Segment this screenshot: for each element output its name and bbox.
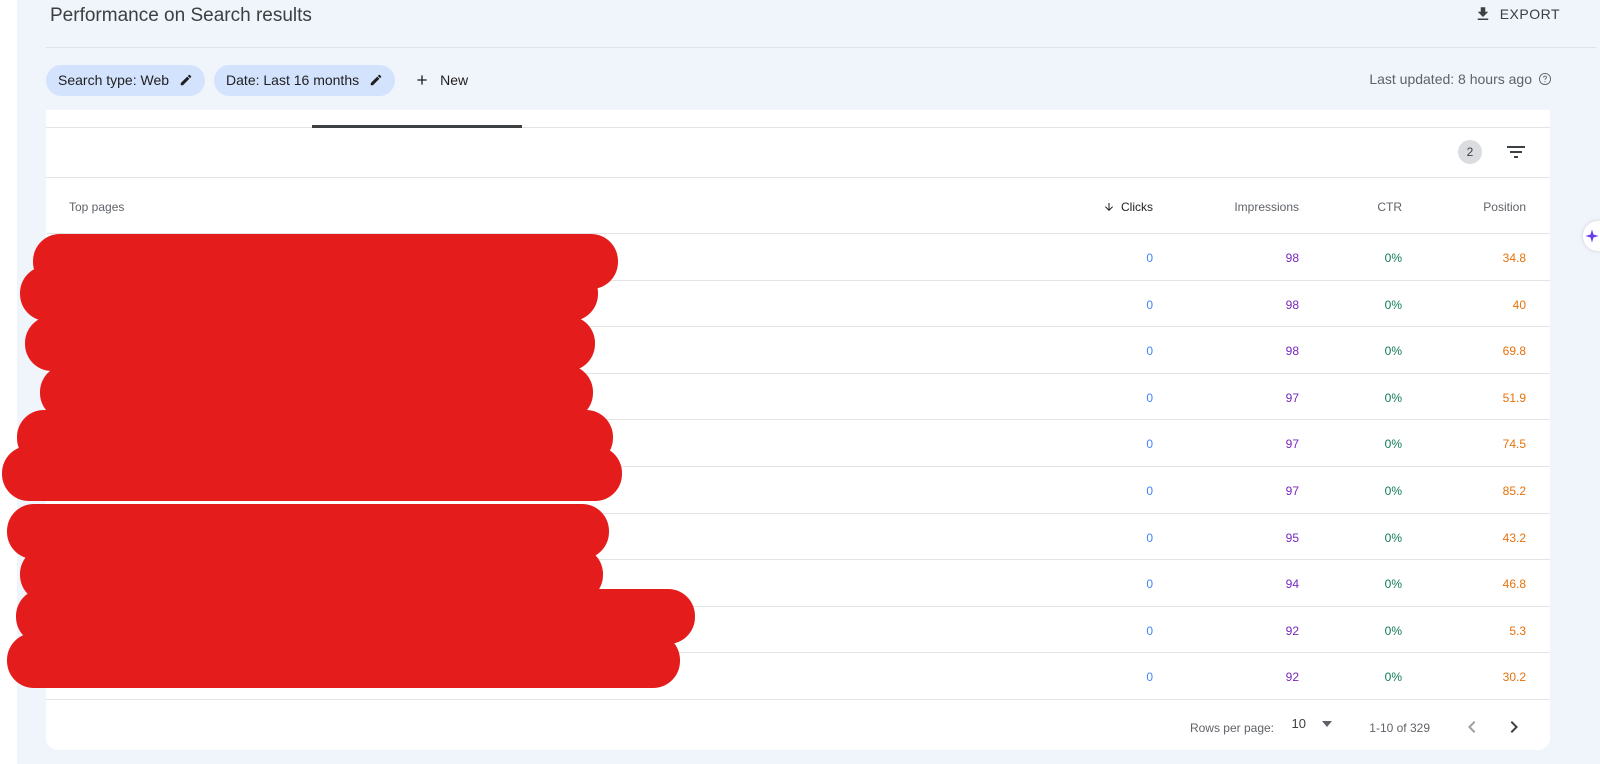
cell-impressions: 97 (1285, 390, 1299, 405)
download-icon (1477, 7, 1488, 20)
cell-ctr: 0% (1384, 670, 1402, 685)
cell-ctr: 0% (1384, 623, 1402, 638)
filter-count-badge: 2 (1458, 140, 1482, 164)
table-row[interactable]: 0 98 0% 40 (46, 281, 1550, 328)
dropdown-arrow-icon (1322, 720, 1332, 727)
cell-clicks: 0 (1146, 483, 1153, 498)
cell-impressions: 98 (1285, 297, 1299, 312)
export-button[interactable]: EXPORT (1474, 5, 1560, 23)
cell-ctr: 0% (1384, 577, 1402, 592)
table-body: 0 98 0% 34.8 0 98 0% 40 0 98 0% 69.8 0 9… (46, 234, 1550, 700)
chip-date[interactable]: Date: Last 16 months (214, 64, 396, 96)
help-icon[interactable] (1538, 72, 1552, 86)
cell-clicks: 0 (1146, 344, 1153, 359)
cell-impressions: 97 (1285, 437, 1299, 452)
left-rail (0, 0, 17, 764)
new-filter-label: New (440, 72, 469, 88)
page-title: Performance on Search results (50, 5, 312, 26)
chip-label: Date: Last 16 months (226, 72, 360, 88)
cell-position: 51.9 (1502, 390, 1526, 405)
table-row[interactable]: 0 92 0% 30.2 (46, 653, 1550, 700)
pagination: Rows per page: 10 1-10 of 329 (46, 702, 1550, 750)
cell-position: 69.8 (1502, 344, 1526, 359)
pagination-range: 1-10 of 329 (1369, 721, 1430, 735)
arrow-down-icon (1105, 203, 1113, 211)
cell-ctr: 0% (1384, 530, 1402, 545)
last-updated: Last updated: 8 hours ago (1369, 71, 1552, 87)
sparkle-icon (1585, 229, 1599, 243)
chevron-right-icon[interactable] (1502, 715, 1526, 739)
table-row[interactable]: 0 94 0% 46.8 (46, 560, 1550, 607)
cell-clicks: 0 (1146, 623, 1153, 638)
cell-ctr: 0% (1384, 437, 1402, 452)
cell-position: 43.2 (1502, 530, 1526, 545)
table-row[interactable]: 0 92 0% 5.3 (46, 607, 1550, 654)
new-filter-button[interactable]: New (404, 72, 478, 88)
column-header-ctr[interactable]: CTR (1377, 200, 1402, 214)
cell-impressions: 92 (1285, 670, 1299, 685)
cell-position: 40 (1512, 297, 1526, 312)
cell-position: 34.8 (1502, 251, 1526, 265)
column-header-position[interactable]: Position (1483, 200, 1526, 214)
cell-ctr: 0% (1384, 483, 1402, 498)
table-row[interactable]: 0 95 0% 43.2 (46, 514, 1550, 561)
cell-clicks: 0 (1146, 530, 1153, 545)
column-header-impressions[interactable]: Impressions (1234, 200, 1299, 214)
cell-position: 85.2 (1502, 483, 1526, 498)
cell-impressions: 98 (1285, 251, 1299, 265)
plus-icon (417, 75, 427, 85)
cell-clicks: 0 (1146, 390, 1153, 405)
results-card: 2 Top pages Clicks Impressions CTR Posit… (46, 110, 1550, 750)
edit-icon (180, 74, 192, 86)
cell-clicks: 0 (1146, 297, 1153, 312)
cell-clicks: 0 (1146, 251, 1153, 265)
cell-position: 30.2 (1502, 670, 1526, 685)
cell-ctr: 0% (1384, 390, 1402, 405)
cell-impressions: 92 (1285, 623, 1299, 638)
cell-clicks: 0 (1146, 577, 1153, 592)
edit-icon (370, 74, 382, 86)
tabs-strip (46, 110, 1550, 128)
export-label: EXPORT (1499, 6, 1560, 22)
cell-clicks: 0 (1146, 670, 1153, 685)
chip-label: Search type: Web (58, 72, 170, 88)
rows-per-page-select[interactable]: 10 (1292, 716, 1332, 731)
cell-ctr: 0% (1384, 251, 1402, 265)
table-row[interactable]: 0 97 0% 85.2 (46, 467, 1550, 514)
cell-position: 46.8 (1502, 577, 1526, 592)
table-row[interactable]: 0 97 0% 74.5 (46, 420, 1550, 467)
last-updated-text: Last updated: 8 hours ago (1369, 71, 1532, 87)
rows-per-page-label: Rows per page: (1189, 721, 1274, 735)
cell-position: 74.5 (1502, 437, 1526, 452)
cell-impressions: 94 (1285, 577, 1299, 592)
table-header: Top pages Clicks Impressions CTR Positio… (46, 178, 1550, 234)
cell-position: 5.3 (1509, 623, 1526, 638)
table-row[interactable]: 0 97 0% 51.9 (46, 374, 1550, 421)
filter-icon[interactable] (1504, 140, 1528, 164)
cell-clicks: 0 (1146, 437, 1153, 452)
cell-impressions: 95 (1285, 530, 1299, 545)
cell-ctr: 0% (1384, 297, 1402, 312)
column-header-clicks[interactable]: Clicks (1103, 200, 1153, 214)
table-row[interactable]: 0 98 0% 69.8 (46, 327, 1550, 374)
column-header-pages[interactable]: Top pages (69, 200, 124, 214)
table-toolbar: 2 (46, 128, 1550, 178)
cell-ctr: 0% (1384, 344, 1402, 359)
filter-bar: Search type: Web Date: Last 16 months Ne… (46, 64, 478, 96)
cell-impressions: 98 (1285, 344, 1299, 359)
column-header-clicks-label: Clicks (1121, 200, 1153, 214)
sparkle-button[interactable] (1583, 221, 1600, 251)
page-header: Performance on Search results EXPORT (46, 0, 1596, 48)
chevron-left-icon[interactable] (1460, 715, 1484, 739)
cell-impressions: 97 (1285, 483, 1299, 498)
rows-per-page-value: 10 (1291, 716, 1306, 731)
table-row[interactable]: 0 98 0% 34.8 (46, 234, 1550, 281)
chip-search-type[interactable]: Search type: Web (46, 64, 206, 96)
